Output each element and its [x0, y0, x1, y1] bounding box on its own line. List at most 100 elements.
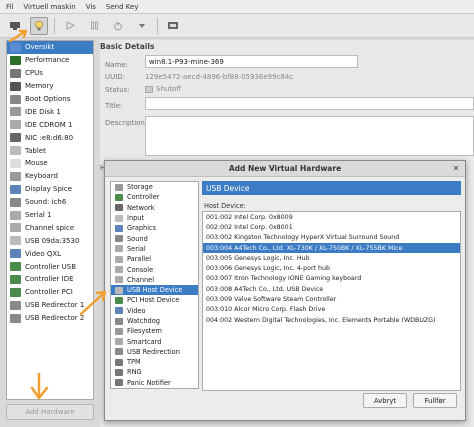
device-row[interactable]: 002:002 Intel Corp. 0x8001 [203, 222, 460, 232]
sidebar-item[interactable]: IDE CDROM 1 [7, 118, 93, 131]
hardware-icon [115, 204, 123, 212]
category-item[interactable]: Parallel [111, 254, 198, 264]
menu-view[interactable]: Vis [86, 3, 96, 11]
menu-virtual-machine[interactable]: Virtuell maskin [23, 3, 75, 11]
finish-button[interactable]: Fullfør [413, 393, 457, 408]
device-row[interactable]: 003:009 Valve Software Steam Controller [203, 294, 460, 304]
sidebar-item[interactable]: Serial 1 [7, 209, 93, 222]
category-item[interactable]: Watchdog [111, 316, 198, 326]
category-item[interactable]: Network [111, 203, 198, 213]
annotation-arrow-icon [30, 372, 49, 400]
sidebar-item[interactable]: Display Spice [7, 183, 93, 196]
sidebar-item[interactable]: Tablet [7, 144, 93, 157]
category-item[interactable]: Sound [111, 233, 198, 243]
hardware-category-list[interactable]: Storage Controller Network Input Graphics Sou… [110, 181, 199, 389]
hardware-icon [10, 158, 21, 168]
device-row[interactable]: 003:010 Alcor Micro Corp. Flash Drive [203, 305, 460, 315]
category-item[interactable]: RNG [111, 367, 198, 377]
close-icon[interactable]: ✕ [451, 164, 461, 174]
item-label: Tablet [25, 146, 46, 155]
category-item[interactable]: Input [111, 213, 198, 223]
category-item[interactable]: Channel [111, 275, 198, 285]
category-item[interactable]: USB Host Device [111, 284, 198, 296]
category-item[interactable]: Graphics [111, 223, 198, 233]
sidebar-item[interactable]: CPUs [7, 67, 93, 80]
category-item[interactable]: Serial [111, 244, 198, 254]
item-label: Graphics [127, 224, 157, 233]
item-label: NIC :e8:d6:80 [25, 133, 74, 142]
host-device-label: Host Device: [204, 202, 246, 210]
sidebar-item[interactable]: Video QXL [7, 247, 93, 260]
sidebar-item[interactable]: Controller USB [7, 260, 93, 273]
hardware-icon [10, 55, 21, 65]
device-row[interactable]: 001:002 Intel Corp. 0x8009 [203, 212, 460, 222]
name-field[interactable]: win8.1-P93-mine-369 [145, 55, 358, 68]
device-row[interactable]: 004:002 Western Digital Technologies, In… [203, 315, 460, 325]
play-icon[interactable] [61, 17, 79, 35]
item-label: 003:007 Itron Technology iONE Gaming key… [206, 275, 362, 283]
category-item[interactable]: Filesystem [111, 326, 198, 336]
category-item[interactable]: USB Redirection [111, 347, 198, 357]
add-hardware-button[interactable]: Add Hardware [6, 404, 94, 420]
hardware-icon [115, 317, 123, 325]
name-label: Name: [105, 61, 129, 69]
category-item[interactable]: PCI Host Device [111, 295, 198, 305]
sidebar-item[interactable]: Keyboard [7, 170, 93, 183]
item-label: Controller USB [25, 262, 77, 271]
hardware-icon [115, 348, 123, 356]
sidebar-item[interactable]: Channel spice [7, 221, 93, 234]
category-item[interactable]: Video [111, 306, 198, 316]
title-field[interactable] [145, 97, 474, 110]
category-item[interactable]: Storage [111, 182, 198, 192]
device-row[interactable]: 003:007 Itron Technology iONE Gaming key… [203, 274, 460, 284]
sidebar-item[interactable]: Boot Options [7, 93, 93, 106]
item-label: Panic Notifier [127, 378, 171, 387]
hardware-list[interactable]: Oversikt Performance CPUs Memory Boot Option… [6, 40, 94, 400]
name-value: win8.1-P93-mine-369 [149, 57, 224, 66]
item-label: USB 09da:3530 [25, 236, 80, 245]
host-device-list[interactable]: 001:002 Intel Corp. 0x8009 002:002 Intel … [202, 211, 461, 391]
sidebar-item[interactable]: IDE Disk 1 [7, 105, 93, 118]
hardware-icon [10, 68, 21, 78]
sidebar-item[interactable]: Controller IDE [7, 273, 93, 286]
item-label: Boot Options [25, 95, 71, 103]
device-row[interactable]: 003:005 Genesys Logic, Inc. Hub [203, 253, 460, 263]
category-item[interactable]: Smartcard [111, 336, 198, 346]
device-row[interactable]: 003:008 A4Tech Co., Ltd. USB Device [203, 284, 460, 294]
pause-icon[interactable] [85, 17, 103, 35]
category-item[interactable]: Console [111, 264, 198, 274]
item-label: PCI Host Device [127, 296, 180, 305]
sidebar-item[interactable]: Performance [7, 54, 93, 67]
item-label: Controller [127, 193, 160, 202]
power-icon[interactable] [109, 17, 127, 35]
chevron-down-icon[interactable] [133, 17, 151, 35]
menu-file[interactable]: Fil [6, 3, 13, 11]
snapshot-icon[interactable] [164, 17, 182, 35]
menu-bar: Fil Virtuell maskin Vis Send Key [0, 0, 474, 14]
sidebar-item[interactable]: Sound: ich6 [7, 196, 93, 209]
item-label: USB Redirector 1 [25, 301, 85, 310]
hardware-icon [115, 214, 123, 222]
item-label: Sound: ich6 [25, 198, 67, 207]
item-label: Controller PCI [25, 288, 73, 297]
hardware-icon [115, 224, 123, 232]
item-label: 003:010 Alcor Micro Corp. Flash Drive [206, 306, 326, 314]
device-row[interactable]: 003:002 Kingston Technology HyperX Virtu… [203, 233, 460, 243]
section-title: USB Device [206, 183, 250, 193]
device-row[interactable]: 003:006 Genesys Logic, Inc. 4-port hub [203, 263, 460, 273]
device-row[interactable]: 003:004 A4Tech Co., Ltd. XL-730K / XL-75… [203, 242, 460, 254]
menu-send-key[interactable]: Send Key [106, 3, 139, 11]
sidebar-item[interactable]: Mouse [7, 157, 93, 170]
category-item[interactable]: Controller [111, 192, 198, 202]
sidebar-item[interactable]: USB 09da:3530 [7, 234, 93, 247]
category-item[interactable]: TPM [111, 357, 198, 367]
item-label: Controller IDE [25, 275, 74, 284]
sidebar-item[interactable]: Memory [7, 80, 93, 93]
cancel-button[interactable]: Avbryt [363, 393, 407, 408]
hardware-icon [10, 171, 21, 181]
item-label: RNG [127, 368, 142, 377]
category-item[interactable]: Panic Notifier [111, 378, 198, 388]
item-label: Parallel [127, 255, 152, 264]
sidebar-item[interactable]: NIC :e8:d6:80 [7, 131, 93, 144]
description-field[interactable] [145, 116, 474, 156]
